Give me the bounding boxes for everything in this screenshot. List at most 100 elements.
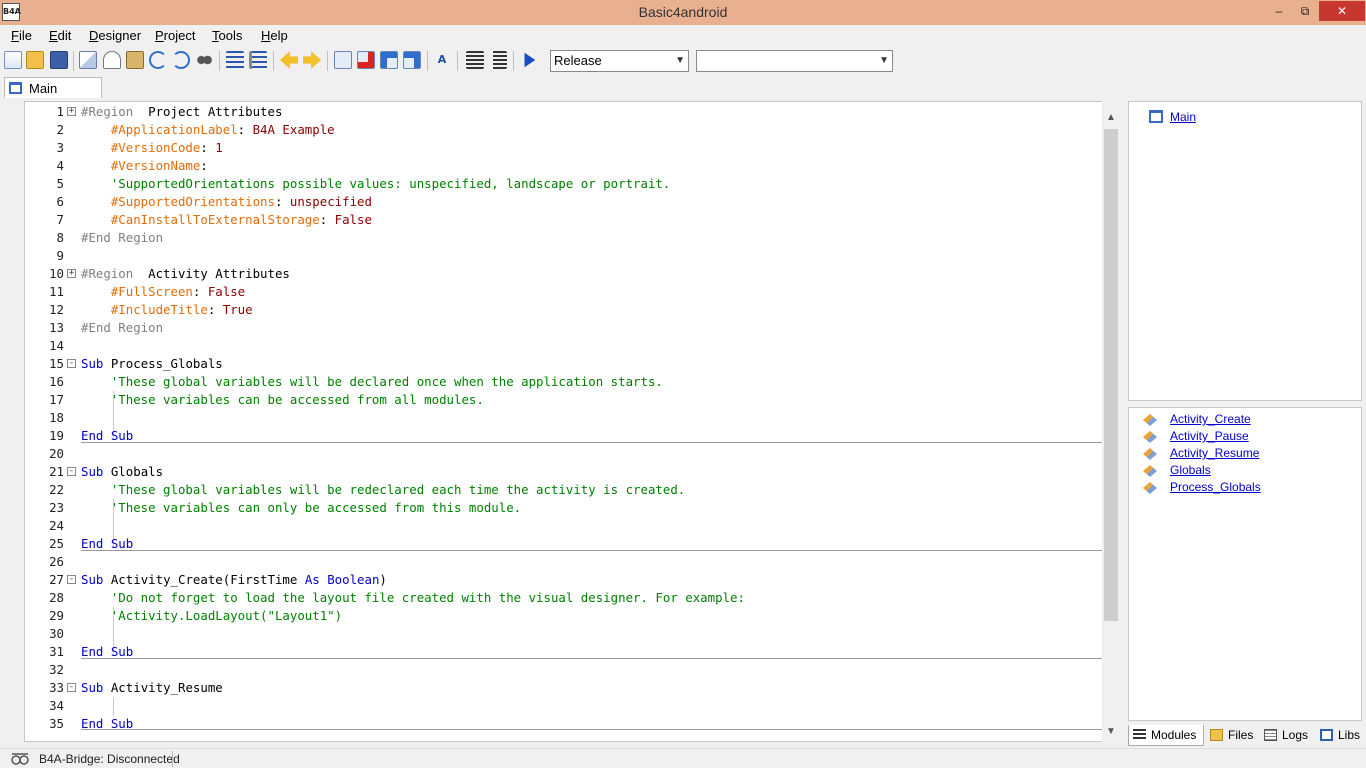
collapse-fold-icon[interactable]: - — [67, 359, 76, 368]
line-number: 13 — [49, 320, 64, 335]
paste-icon[interactable] — [126, 51, 144, 69]
code-line[interactable]: 29 'Activity.LoadLayout("Layout1") — [25, 607, 1103, 625]
code-line[interactable]: 3 #VersionCode: 1 — [25, 139, 1103, 157]
code-line[interactable]: 12 #IncludeTitle: True — [25, 301, 1103, 319]
code-line[interactable]: 32 — [25, 661, 1103, 679]
undo-icon[interactable] — [149, 51, 167, 69]
expand-fold-icon[interactable]: + — [67, 107, 76, 116]
code-line[interactable]: 15- Sub Process_Globals — [25, 355, 1103, 373]
code-line[interactable]: 22 'These global variables will be redec… — [25, 481, 1103, 499]
secondary-select[interactable]: ▼ — [696, 50, 893, 72]
tab-modules[interactable]: Modules — [1128, 725, 1204, 746]
tab-logs[interactable]: Logs — [1260, 725, 1314, 746]
code-line[interactable]: 6 #SupportedOrientations: unspecified — [25, 193, 1103, 211]
code-line[interactable]: 20 — [25, 445, 1103, 463]
code-line[interactable]: 17 'These variables can be accessed from… — [25, 391, 1103, 409]
previous-bookmark-icon[interactable] — [380, 51, 398, 69]
collapse-fold-icon[interactable]: - — [67, 467, 76, 476]
code-line[interactable]: 35 End Sub — [25, 715, 1103, 733]
build-config-select[interactable]: Release ▼ — [550, 50, 689, 72]
sub-list-item[interactable]: Activity_Create — [1143, 412, 1343, 429]
scroll-down-arrow-icon[interactable]: ▼ — [1102, 723, 1120, 741]
sub-link[interactable]: Globals — [1170, 463, 1211, 477]
module-link[interactable]: Main — [1170, 110, 1196, 124]
sub-link[interactable]: Activity_Create — [1170, 412, 1251, 426]
code-line[interactable]: 5 'SupportedOrientations possible values… — [25, 175, 1103, 193]
run-icon[interactable] — [524, 52, 536, 68]
uncomment-icon[interactable] — [249, 51, 267, 69]
forward-arrow-icon[interactable] — [303, 51, 321, 69]
code-line[interactable]: 23 'These variables can only be accessed… — [25, 499, 1103, 517]
copy-icon[interactable] — [79, 51, 97, 69]
sub-link[interactable]: Activity_Pause — [1170, 429, 1249, 443]
save-icon[interactable] — [50, 51, 68, 69]
collapse-fold-icon[interactable]: - — [67, 575, 76, 584]
code-line[interactable]: 16 'These global variables will be decla… — [25, 373, 1103, 391]
code-line[interactable]: 13 #End Region — [25, 319, 1103, 337]
scroll-up-arrow-icon[interactable]: ▲ — [1102, 109, 1120, 127]
code-line[interactable]: 28 'Do not forget to load the layout fil… — [25, 589, 1103, 607]
font-size-icon[interactable]: A — [433, 51, 451, 69]
tab-files[interactable]: Files — [1206, 725, 1258, 746]
code-line[interactable]: 1 + #Region Project Attributes — [25, 103, 1103, 121]
code-line[interactable]: 24 — [25, 517, 1103, 535]
sub-link[interactable]: Activity_Resume — [1170, 446, 1259, 460]
code-line[interactable]: 9 — [25, 247, 1103, 265]
minimize-button[interactable]: – — [1266, 1, 1292, 21]
sub-list-item[interactable]: Activity_Pause — [1143, 429, 1343, 446]
menu-tools[interactable]: Tools — [212, 28, 242, 43]
code-line[interactable]: 34 — [25, 697, 1103, 715]
next-bookmark-icon[interactable] — [403, 51, 421, 69]
code-line[interactable]: 25 End Sub — [25, 535, 1103, 553]
code-line[interactable]: 4 #VersionName: — [25, 157, 1103, 175]
open-folder-icon[interactable] — [26, 51, 44, 69]
maximize-button[interactable]: ⧉ — [1292, 1, 1318, 21]
back-arrow-icon[interactable] — [280, 51, 298, 69]
code-line[interactable]: 30 — [25, 625, 1103, 643]
menu-file[interactable]: File — [11, 28, 32, 43]
menu-project[interactable]: Project — [155, 28, 195, 43]
clear-bookmarks-icon[interactable] — [357, 51, 375, 69]
code-line[interactable]: 8 #End Region — [25, 229, 1103, 247]
scrollbar-thumb[interactable] — [1104, 129, 1118, 621]
code-line[interactable]: 10 + #Region Activity Attributes — [25, 265, 1103, 283]
menu-help[interactable]: Help — [261, 28, 288, 43]
menu-edit[interactable]: Edit — [49, 28, 71, 43]
menu-designer[interactable]: Designer — [89, 28, 141, 43]
comment-icon[interactable] — [226, 51, 244, 69]
find-icon[interactable] — [195, 51, 213, 69]
close-button[interactable]: ✕ — [1319, 1, 1365, 21]
sub-list-item[interactable]: Process_Globals — [1143, 480, 1343, 497]
chevron-down-icon: ▼ — [879, 55, 889, 66]
expand-fold-icon[interactable]: + — [67, 269, 76, 278]
code-token: Sub — [81, 680, 104, 695]
editor-scrollbar[interactable]: ▲ ▼ — [1102, 101, 1120, 742]
code-line[interactable]: 14 — [25, 337, 1103, 355]
code-line[interactable]: 27- Sub Activity_Create(FirstTime As Bool… — [25, 571, 1103, 589]
code-line[interactable]: 21- Sub Globals — [25, 463, 1103, 481]
sub-link[interactable]: Process_Globals — [1170, 480, 1261, 494]
bookmark-icon[interactable] — [334, 51, 352, 69]
code-line[interactable]: 31 End Sub — [25, 643, 1103, 661]
tab-main[interactable]: Main — [4, 77, 102, 98]
sub-list-item[interactable]: Activity_Resume — [1143, 446, 1343, 463]
tab-libs[interactable]: Libs — [1316, 725, 1364, 746]
code-line[interactable]: 7 #CanInstallToExternalStorage: False — [25, 211, 1103, 229]
log-icon — [1264, 729, 1277, 741]
code-line[interactable]: 26 — [25, 553, 1103, 571]
sub-list-item[interactable]: Globals — [1143, 463, 1343, 480]
redo-icon[interactable] — [172, 51, 190, 69]
indent-icon[interactable] — [489, 51, 507, 69]
code-token: 'Activity.LoadLayout("Layout1") — [81, 608, 343, 623]
code-line[interactable]: 11 #FullScreen: False — [25, 283, 1103, 301]
code-line[interactable]: 18 — [25, 409, 1103, 427]
line-number: 31 — [49, 644, 64, 659]
code-editor[interactable]: 1 + #Region Project Attributes 2 #Applicati… — [24, 101, 1120, 742]
new-file-icon[interactable] — [4, 51, 22, 69]
code-line[interactable]: 33- Sub Activity_Resume — [25, 679, 1103, 697]
collapse-fold-icon[interactable]: - — [67, 683, 76, 692]
outdent-icon[interactable] — [466, 51, 484, 69]
code-line[interactable]: 19 End Sub — [25, 427, 1103, 445]
code-line[interactable]: 2 #ApplicationLabel: B4A Example — [25, 121, 1103, 139]
cut-icon[interactable] — [103, 51, 121, 69]
